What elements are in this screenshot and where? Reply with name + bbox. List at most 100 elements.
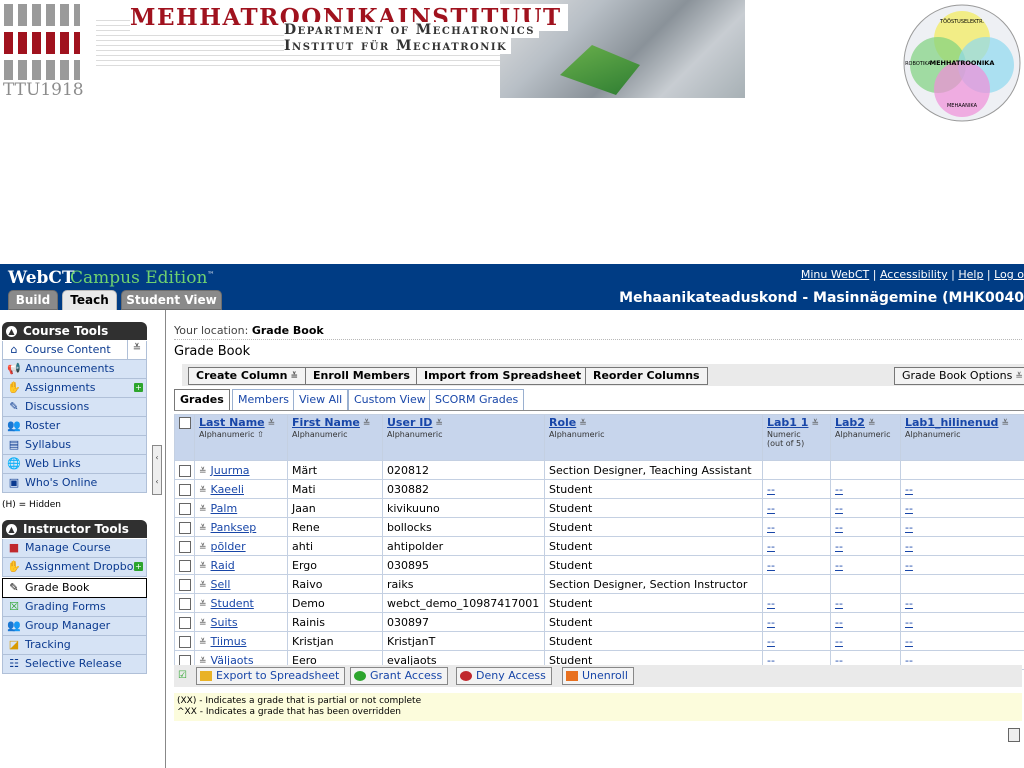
last-name-link[interactable]: Suits <box>211 616 238 629</box>
grade-link[interactable]: -- <box>767 521 775 534</box>
row-checkbox[interactable] <box>179 483 191 496</box>
grade-link[interactable]: -- <box>835 521 843 534</box>
link-accessibility[interactable]: Accessibility <box>880 268 948 281</box>
grade-link[interactable]: -- <box>767 540 775 553</box>
import-spreadsheet-button[interactable]: Import from Spreadsheet <box>416 367 590 385</box>
export-spreadsheet-button[interactable]: Export to Spreadsheet <box>196 667 346 685</box>
last-name-link[interactable]: Raid <box>211 559 235 572</box>
row-menu-icon[interactable]: ≚ <box>199 486 207 496</box>
row-checkbox[interactable] <box>179 616 191 629</box>
column-menu-icon[interactable]: ≚ <box>1001 419 1009 429</box>
grade-link[interactable]: -- <box>905 540 913 553</box>
row-checkbox[interactable] <box>179 559 191 572</box>
unenroll-button[interactable]: Unenroll <box>562 667 634 685</box>
column-header-lab1-1[interactable]: Lab1 1 ≚ Numeric (out of 5) <box>762 414 831 461</box>
row-checkbox[interactable] <box>179 597 191 610</box>
column-name[interactable]: Lab1 1 <box>767 416 808 429</box>
row-menu-icon[interactable]: ≚ <box>199 543 207 553</box>
row-checkbox[interactable] <box>179 540 191 553</box>
last-name-link[interactable]: Student <box>211 597 254 610</box>
column-name[interactable]: Lab2 <box>835 416 865 429</box>
link-help[interactable]: Help <box>958 268 983 281</box>
last-name-link[interactable]: Kaeeli <box>211 483 244 496</box>
nav-item-assignments[interactable]: ✋ Assignments + <box>2 379 147 398</box>
column-name[interactable]: Last Name <box>199 416 265 429</box>
nav-item-group-manager[interactable]: 👥 Group Manager <box>2 617 147 636</box>
grade-link[interactable]: -- <box>905 521 913 534</box>
row-menu-icon[interactable]: ≚ <box>199 581 207 591</box>
last-name-link[interactable]: Palm <box>211 502 238 515</box>
collapse-up-icon[interactable]: ▲ <box>6 524 17 535</box>
grade-link[interactable]: -- <box>905 597 913 610</box>
row-menu-icon[interactable]: ≚ <box>199 619 207 629</box>
column-name[interactable]: First Name <box>292 416 360 429</box>
column-menu-icon[interactable]: ≚ <box>579 419 587 429</box>
tab-members[interactable]: Members <box>232 389 295 410</box>
tab-student-view[interactable]: Student View <box>121 290 222 310</box>
link-minu-webct[interactable]: Minu WebCT <box>801 268 869 281</box>
grade-link[interactable]: -- <box>767 483 775 496</box>
last-name-link[interactable]: Juurma <box>211 464 250 477</box>
tab-teach[interactable]: Teach <box>62 290 117 310</box>
select-all-check-icon[interactable]: ☑ <box>178 670 187 681</box>
row-menu-icon[interactable]: ≚ <box>199 524 207 534</box>
grade-link[interactable]: -- <box>767 616 775 629</box>
grade-link[interactable]: -- <box>767 502 775 515</box>
column-menu-icon[interactable]: ≚ <box>811 419 819 429</box>
nav-item-tracking[interactable]: ◪ Tracking <box>2 636 147 655</box>
last-name-link[interactable]: põlder <box>211 540 246 553</box>
nav-item-grading-forms[interactable]: ☒ Grading Forms <box>2 598 147 617</box>
grade-link[interactable]: -- <box>835 483 843 496</box>
page-options-icon[interactable] <box>1008 728 1020 742</box>
last-name-link[interactable]: Panksep <box>211 521 257 534</box>
tab-scorm-grades[interactable]: SCORM Grades <box>429 389 525 410</box>
nav-item-web-links[interactable]: 🌐 Web Links <box>2 455 147 474</box>
column-menu-icon[interactable]: ≚ <box>868 419 876 429</box>
row-menu-icon[interactable]: ≚ <box>199 467 207 477</box>
grade-link[interactable]: -- <box>767 597 775 610</box>
grade-link[interactable]: -- <box>905 616 913 629</box>
add-icon[interactable]: + <box>134 562 143 571</box>
link-log-out[interactable]: Log o <box>994 268 1024 281</box>
collapse-up-icon[interactable]: ▲ <box>6 326 17 337</box>
row-checkbox[interactable] <box>179 521 191 534</box>
add-icon[interactable]: + <box>134 383 143 392</box>
grade-link[interactable]: -- <box>835 559 843 572</box>
row-menu-icon[interactable]: ≚ <box>199 562 207 572</box>
nav-item-manage-course[interactable]: ■ Manage Course <box>2 539 147 558</box>
grade-link[interactable]: -- <box>835 597 843 610</box>
column-header-last-name[interactable]: Last Name ≚ Alphanumeric ⇧ <box>194 414 288 461</box>
row-menu-icon[interactable]: ≚ <box>199 505 207 515</box>
instructor-tools-header[interactable]: ▲ Instructor Tools <box>2 520 147 538</box>
grade-link[interactable]: -- <box>905 635 913 648</box>
column-name[interactable]: Role <box>549 416 576 429</box>
tab-view-all[interactable]: View All <box>293 389 349 410</box>
grade-link[interactable]: -- <box>767 559 775 572</box>
column-name[interactable]: User ID <box>387 416 432 429</box>
row-checkbox[interactable] <box>179 635 191 648</box>
nav-item-grade-book[interactable]: ✎ Grade Book <box>2 578 147 598</box>
enroll-members-button[interactable]: Enroll Members <box>305 367 418 385</box>
nav-item-syllabus[interactable]: ▤ Syllabus <box>2 436 147 455</box>
column-header-lab2[interactable]: Lab2 ≚ Alphanumeric <box>830 414 901 461</box>
tab-custom-view[interactable]: Custom View <box>348 389 432 410</box>
expand-chevron-icon[interactable]: ≚ <box>127 340 146 359</box>
nav-item-whos-online[interactable]: ▣ Who's Online <box>2 474 147 493</box>
column-header-first-name[interactable]: First Name ≚ Alphanumeric <box>287 414 383 461</box>
nav-item-course-content[interactable]: ⌂ Course Content ≚ <box>2 340 147 360</box>
select-all-checkbox[interactable] <box>179 417 191 429</box>
grade-link[interactable]: -- <box>905 502 913 515</box>
row-menu-icon[interactable]: ≚ <box>199 638 207 648</box>
grade-book-options-button[interactable]: Grade Book Options ≚ <box>894 367 1024 385</box>
reorder-columns-button[interactable]: Reorder Columns <box>585 367 708 385</box>
grade-link[interactable]: -- <box>767 635 775 648</box>
deny-access-button[interactable]: Deny Access <box>456 667 552 685</box>
create-column-button[interactable]: Create Column ≚ <box>188 367 307 385</box>
nav-item-announcements[interactable]: 📢 Announcements <box>2 360 147 379</box>
column-header-user-id[interactable]: User ID ≚ Alphanumeric <box>382 414 545 461</box>
column-name[interactable]: Lab1_hilinenud <box>905 416 998 429</box>
nav-item-assignment-dropbox[interactable]: ✋ Assignment Dropbox + <box>2 558 147 577</box>
grade-link[interactable]: -- <box>905 559 913 572</box>
grade-link[interactable]: -- <box>835 616 843 629</box>
row-checkbox[interactable] <box>179 578 191 591</box>
